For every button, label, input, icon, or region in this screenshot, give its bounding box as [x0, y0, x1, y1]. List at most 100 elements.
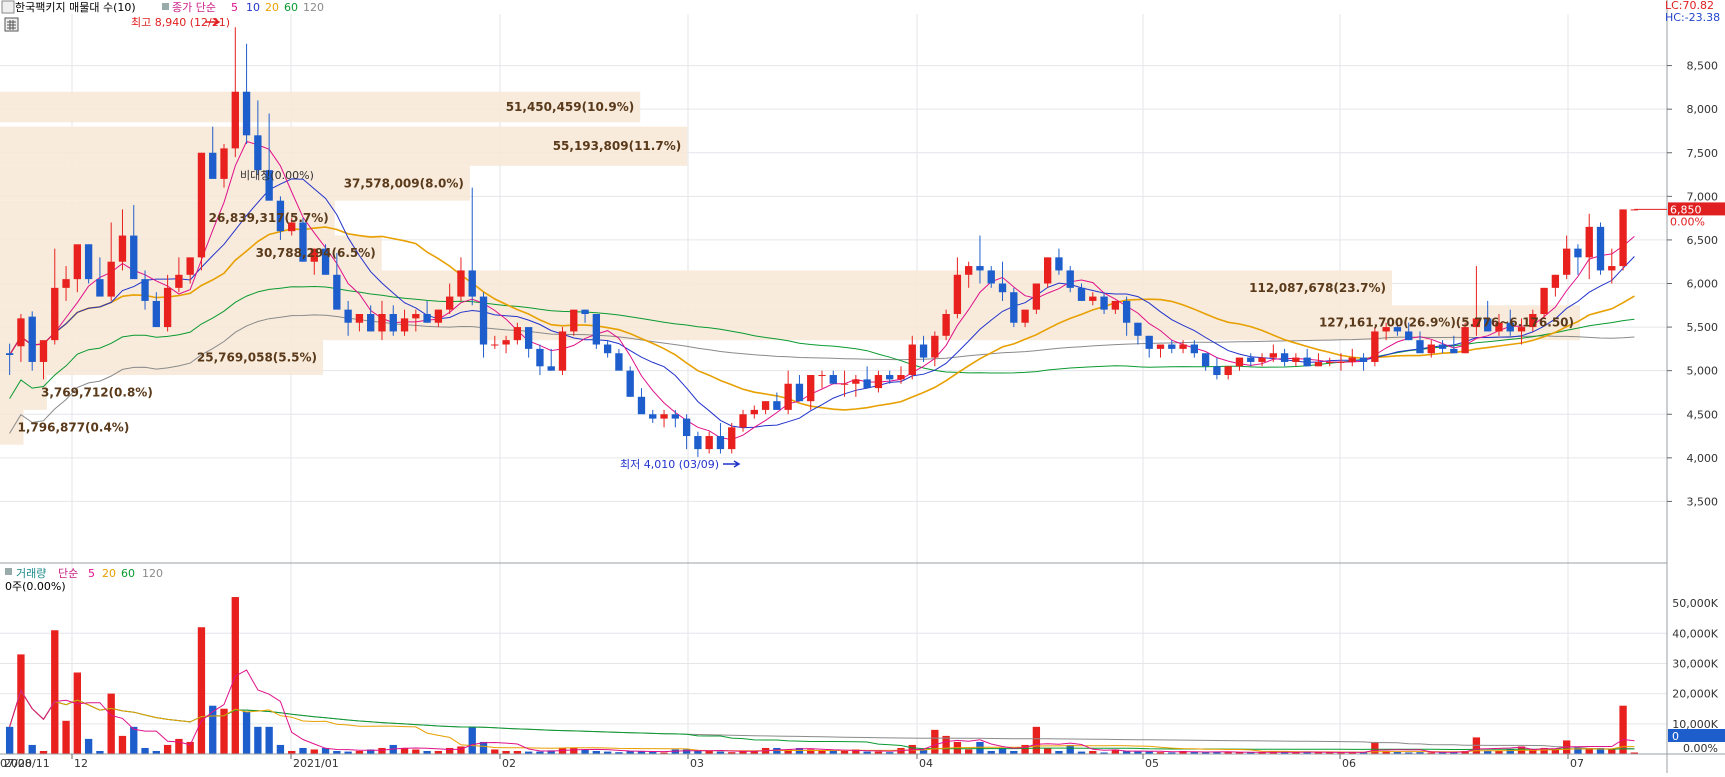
volume-bar [254, 726, 262, 754]
candle [626, 366, 634, 397]
candle [1540, 287, 1548, 319]
candle-body [1574, 248, 1582, 258]
volume-bar [276, 744, 285, 754]
volume-bar [1066, 744, 1074, 754]
ma-120-label[interactable]: 120 [303, 1, 324, 14]
ma-label[interactable]: 종가 단순 [172, 1, 216, 14]
candle-body [1213, 366, 1221, 376]
candle-body [1348, 357, 1356, 362]
candle-body [1292, 357, 1300, 362]
candle-body [761, 401, 770, 410]
candle-body [773, 401, 781, 410]
volume-bar [378, 747, 386, 754]
candle-body [987, 270, 995, 284]
grid-icon-glyph [7, 20, 16, 30]
candle-body [919, 344, 928, 358]
candle-body [547, 366, 555, 371]
volume-legend-marker [5, 568, 12, 575]
candle-body [1145, 335, 1153, 349]
candle-body [682, 418, 691, 437]
volume-bar [231, 597, 239, 754]
candle-body [344, 309, 352, 323]
volume-bar [581, 749, 589, 754]
time-tick-label: 2021/01 [293, 757, 339, 770]
volume-current: 0주(0.00%) [5, 580, 66, 593]
volume-tick-label: 10,000K [1672, 718, 1718, 731]
candle-body [705, 436, 713, 450]
volume-bar [682, 749, 691, 754]
candle-body [694, 436, 702, 450]
volume-tick-label: 0.00% [1683, 742, 1718, 755]
candle-body [1337, 361, 1345, 363]
volume-bar [209, 705, 217, 754]
candle-body [1100, 296, 1108, 310]
candle-body [186, 257, 194, 275]
candle-body [163, 287, 172, 328]
vol-ma-120-label[interactable]: 120 [142, 567, 163, 580]
vol-ma-60-label[interactable]: 60 [121, 567, 135, 580]
volume-bar [265, 726, 273, 754]
ma-20-label[interactable]: 20 [265, 1, 279, 14]
candle-body [355, 314, 364, 323]
candle-body [1562, 248, 1571, 275]
candle-body [479, 296, 488, 345]
price-tick-label: 4,500 [1687, 408, 1719, 421]
volume-bar [1032, 726, 1041, 754]
price-tick-label: 7,500 [1687, 147, 1719, 160]
ma-60-label[interactable]: 60 [284, 1, 298, 14]
vol-ma-5-label[interactable]: 5 [88, 567, 95, 580]
volume-tick-label: 40,000K [1672, 627, 1718, 640]
candle-body [942, 314, 950, 336]
candle-body [1596, 226, 1605, 271]
candle-body [513, 327, 522, 341]
candle-body [1156, 344, 1165, 349]
candle-body [209, 152, 217, 179]
volume-bar [1043, 747, 1052, 754]
candle-body [1190, 344, 1198, 354]
ma-5-label[interactable]: 5 [231, 1, 238, 14]
candle-body [750, 409, 758, 415]
volume-title[interactable]: 거래량 [16, 567, 46, 580]
candle-body [524, 327, 533, 349]
candle [1010, 287, 1018, 328]
candle-body [570, 309, 578, 332]
candle-body [28, 316, 36, 362]
volume-ma-label[interactable]: 단순 [58, 567, 78, 580]
indicator-toggle-icon[interactable] [1, 0, 15, 14]
candle-body [863, 379, 871, 389]
volume-bar [468, 726, 476, 754]
candle-body [728, 427, 736, 450]
volume-bar [965, 749, 973, 754]
volume-bar [5, 726, 14, 754]
candle-body [558, 331, 567, 371]
vol-ma-20-label[interactable]: 20 [102, 567, 116, 580]
candle-body [874, 375, 883, 389]
volume-profile-label: 1,796,877(0.4%) [17, 420, 129, 434]
chart-title[interactable]: 한국팩키지 매물대 수(10) [15, 1, 136, 14]
candle-body [378, 314, 386, 332]
candle-body [953, 274, 962, 315]
ma-10-label[interactable]: 10 [246, 1, 260, 14]
candle-body [615, 353, 623, 371]
stock-chart[interactable]: 51,450,459(10.9%) 55,193,809(11.7%) 37,578… [0, 0, 1725, 773]
volume-bar [175, 738, 183, 754]
candle [1371, 327, 1379, 367]
candle-body [1043, 257, 1052, 284]
candle-body [603, 344, 612, 354]
candle-body [1258, 357, 1266, 362]
price-tick-label: 3,500 [1687, 495, 1719, 508]
candle-body [1427, 344, 1435, 354]
candle [197, 152, 206, 271]
price-tick-label: 7,000 [1687, 190, 1719, 203]
candle-body [84, 244, 93, 280]
candle-body [840, 383, 849, 385]
price-tick-label: 6,500 [1687, 234, 1719, 247]
time-tick-label: 07 [1570, 757, 1584, 770]
candle-body [51, 287, 59, 341]
candle-body [1201, 353, 1210, 367]
candle-body [197, 152, 206, 258]
candle-body [1235, 357, 1244, 367]
price-tick-label: 6,000 [1687, 278, 1719, 291]
volume-profile-label: 55,193,809(11.7%) [553, 139, 682, 153]
candle-body [231, 91, 239, 149]
